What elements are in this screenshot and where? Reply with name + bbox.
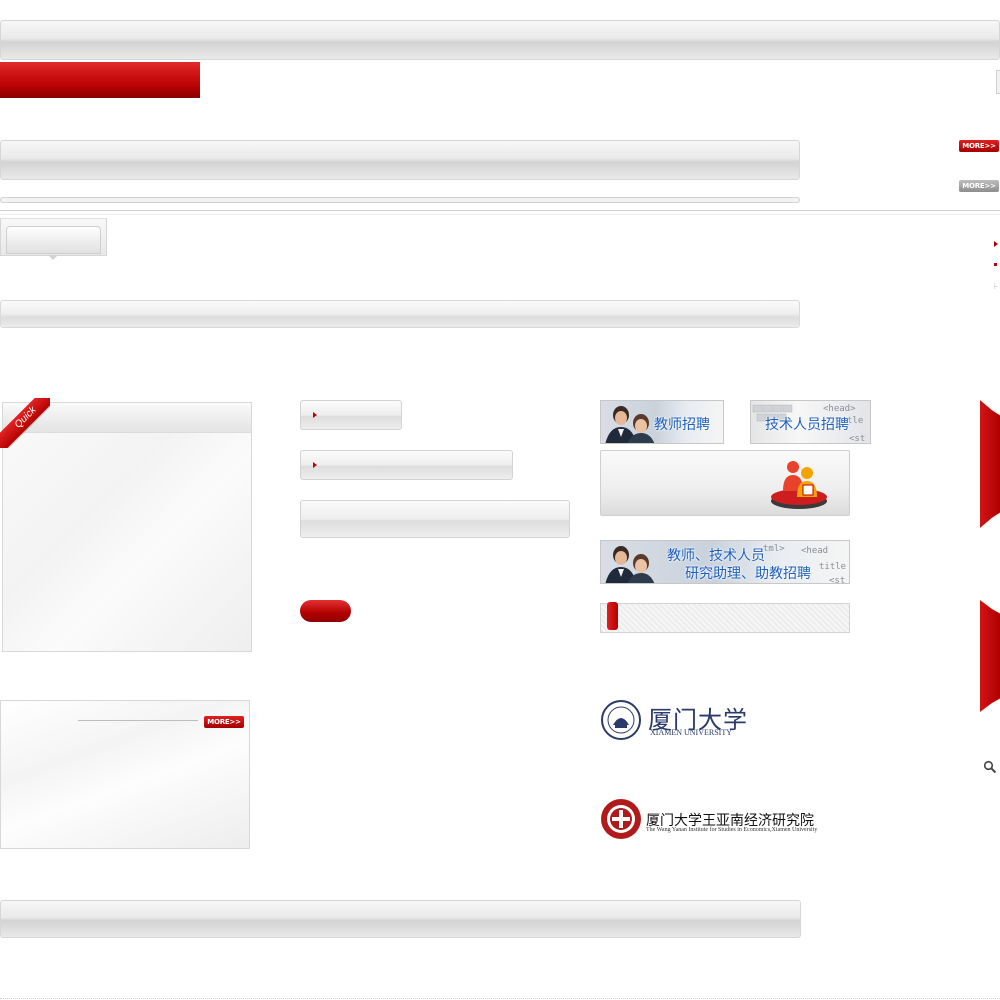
tech-staff-recruitment-label: 技术人员招聘 xyxy=(765,417,849,433)
tab-pointer-icon xyxy=(48,255,58,260)
more-button-news[interactable]: MORE>> xyxy=(959,140,999,152)
section-marker xyxy=(607,602,618,630)
tech-staff-recruitment-banner[interactable]: <head> tle <st 技术人员招聘 xyxy=(750,400,871,444)
header-edge-tab xyxy=(996,70,1000,94)
teacher-recruitment-banner[interactable]: 教师招聘 xyxy=(600,400,724,444)
link-button-short[interactable] xyxy=(300,400,402,430)
section-divider xyxy=(0,210,1000,211)
search-input[interactable] xyxy=(300,500,570,538)
section-tab-bar xyxy=(600,602,850,633)
people-photo-icon xyxy=(605,546,655,583)
secondary-news-heading-line xyxy=(78,720,198,721)
tab-active[interactable] xyxy=(6,226,101,254)
bullet-square-icon xyxy=(994,263,997,266)
quick-ribbon-label: Quick xyxy=(0,398,50,448)
top-header-bar xyxy=(0,20,1000,60)
news-section-underline xyxy=(0,197,800,203)
all-positions-recruitment-banner[interactable]: tml> <head title <st 教师、技术人员 研究助理、助教招聘 xyxy=(600,540,850,584)
xiamen-university-logo[interactable]: 厦门大学 XIAMEN UNIVERSITY xyxy=(600,698,747,742)
svg-text:<st: <st xyxy=(829,576,845,584)
arrow-right-icon[interactable] xyxy=(994,241,998,247)
svg-text:tml>: tml> xyxy=(763,544,785,554)
people-photo-icon xyxy=(605,406,655,443)
more-button-notices[interactable]: MORE>> xyxy=(959,180,999,192)
footer-divider xyxy=(0,998,1000,999)
edge-tab-upper[interactable] xyxy=(980,400,1000,528)
submit-button[interactable] xyxy=(300,600,351,622)
edge-tab-lower[interactable] xyxy=(980,600,1000,712)
wise-english-name: The Wang Yanan Institute for Studies in … xyxy=(646,827,818,833)
list-marker-icon: ⊦ xyxy=(994,282,999,291)
caret-right-icon xyxy=(313,462,317,468)
news-section-bar xyxy=(0,140,800,180)
more-button-secondary[interactable]: MORE>> xyxy=(204,716,244,728)
quick-ribbon: Quick xyxy=(0,398,50,448)
user-group-icon xyxy=(771,461,827,509)
xmu-english-name: XIAMEN UNIVERSITY xyxy=(650,728,732,737)
combined-recruitment-line1: 教师、技术人员 xyxy=(667,548,765,564)
link-button-long[interactable] xyxy=(300,450,513,480)
search-icon[interactable] xyxy=(983,760,997,774)
svg-text:<head: <head xyxy=(801,546,828,556)
svg-text:<head>: <head> xyxy=(823,404,856,414)
svg-text:tle: tle xyxy=(847,416,863,426)
caret-right-icon xyxy=(313,412,317,418)
footer-bar xyxy=(0,900,801,938)
section-divider-secondary xyxy=(0,214,1000,215)
wise-institute-logo[interactable]: 厦门大学王亚南经济研究院 The Wang Yanan Institute fo… xyxy=(600,797,825,841)
wise-seal-icon xyxy=(601,799,641,839)
teacher-recruitment-label: 教师招聘 xyxy=(654,417,710,433)
svg-text:title: title xyxy=(819,562,846,572)
xmu-seal-icon xyxy=(601,700,641,740)
svg-text:<st: <st xyxy=(849,434,865,444)
content-section-bar xyxy=(0,300,800,328)
combined-recruitment-line2: 研究助理、助教招聘 xyxy=(685,566,811,582)
hr-portal-banner[interactable] xyxy=(600,450,850,516)
red-header-block xyxy=(0,62,200,98)
